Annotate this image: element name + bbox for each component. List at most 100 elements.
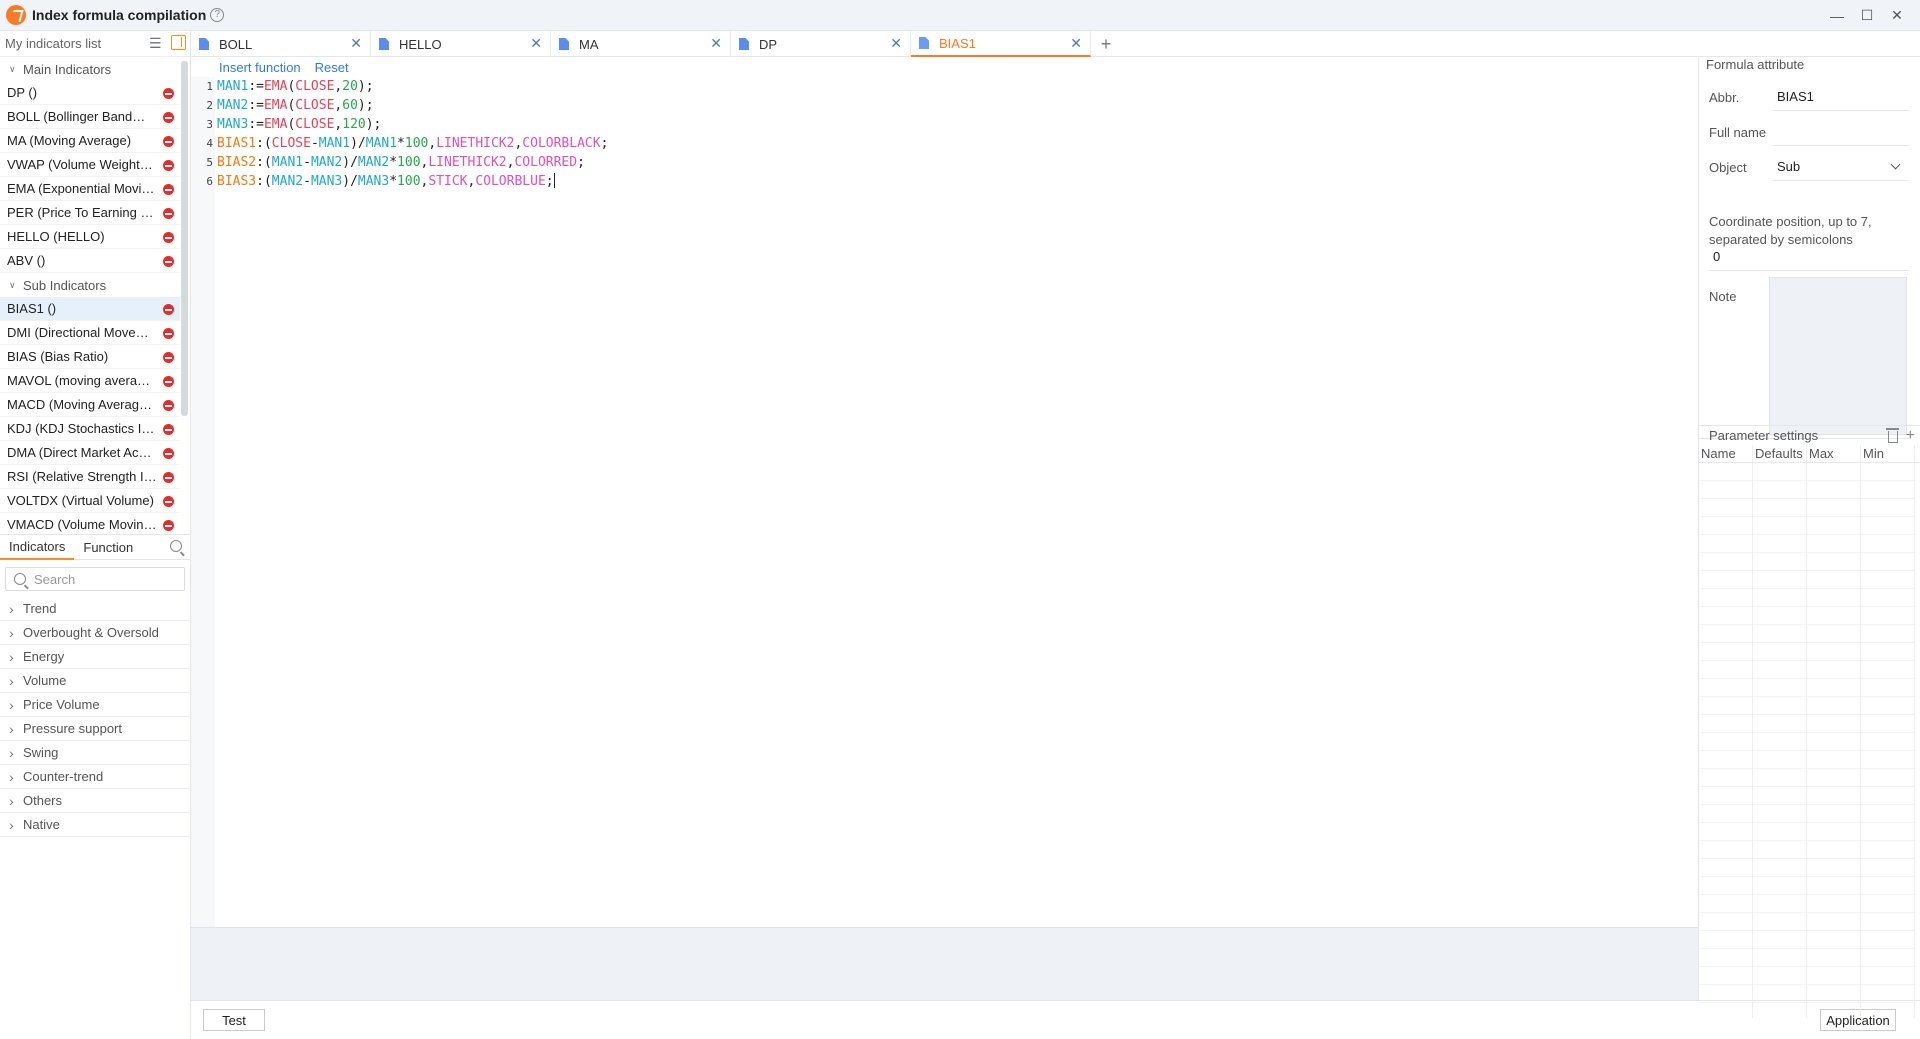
indicator-item[interactable]: ABV ()	[0, 249, 180, 273]
tab-indicators[interactable]: Indicators	[0, 535, 75, 560]
maximize-button[interactable]: ☐	[1852, 0, 1882, 31]
help-icon[interactable]: ?	[210, 8, 225, 22]
close-icon[interactable]: ✕	[710, 35, 722, 52]
delete-icon[interactable]	[163, 304, 174, 315]
category-item[interactable]: › Pressure support	[0, 717, 190, 741]
indicator-item[interactable]: KDJ (KDJ Stochastics Indicator)	[0, 417, 180, 441]
delete-icon[interactable]	[163, 208, 174, 219]
delete-icon[interactable]	[163, 448, 174, 459]
close-window-button[interactable]: ✕	[1882, 0, 1912, 31]
indicator-label: VWAP (Volume Weighted Average Price)	[7, 157, 157, 172]
tab-function[interactable]: Function	[74, 535, 142, 560]
indicator-item[interactable]: DMI (Directional Movement Index)	[0, 321, 180, 345]
object-select[interactable]: Sub	[1773, 153, 1909, 181]
tab-hello[interactable]: HELLO ✕	[371, 31, 551, 57]
parameter-table-header: Name Defaults Max Min	[1699, 445, 1920, 463]
tab-boll[interactable]: BOLL ✕	[191, 31, 371, 57]
category-item[interactable]: › Counter-trend	[0, 765, 190, 789]
note-label: Note	[1709, 289, 1737, 304]
indicator-item[interactable]: BIAS1 ()	[0, 297, 180, 321]
category-item[interactable]: › Price Volume	[0, 693, 190, 717]
add-tab-button[interactable]: +	[1091, 31, 1121, 57]
tab-dp[interactable]: DP ✕	[731, 31, 911, 57]
indicator-item[interactable]: VWAP (Volume Weighted Average Price)	[0, 153, 180, 177]
delete-icon[interactable]	[163, 496, 174, 507]
parameter-table-body[interactable]	[1699, 463, 1920, 1018]
indicator-item[interactable]: HELLO (HELLO)	[0, 225, 180, 249]
category-item[interactable]: › Others	[0, 789, 190, 813]
test-button[interactable]: Test	[203, 1009, 265, 1031]
indicator-item[interactable]: VOLTDX (Virtual Volume)	[0, 489, 180, 513]
indicator-item[interactable]: MAVOL (moving average volume)	[0, 369, 180, 393]
indicator-item[interactable]: RSI (Relative Strength Index)	[0, 465, 180, 489]
delete-icon[interactable]	[163, 400, 174, 411]
indicator-item[interactable]: MACD (Moving Average Convergence Diverge…	[0, 393, 180, 417]
code-line[interactable]: BIAS3:(MAN2-MAN3)/MAN3*100,STICK,COLORBL…	[217, 172, 608, 191]
minimize-button[interactable]: —	[1822, 0, 1852, 31]
code-line[interactable]: MAN3:=EMA(CLOSE,120);	[217, 115, 608, 134]
code-line[interactable]: MAN2:=EMA(CLOSE,60);	[217, 96, 608, 115]
delete-icon[interactable]	[163, 328, 174, 339]
tab-ma[interactable]: MA ✕	[551, 31, 731, 57]
close-icon[interactable]: ✕	[890, 35, 902, 52]
search-icon[interactable]	[170, 540, 182, 555]
delete-icon[interactable]	[163, 136, 174, 147]
parameter-settings-title: Parameter settings	[1709, 428, 1819, 443]
reset-link[interactable]: Reset	[315, 60, 349, 75]
delete-icon[interactable]	[163, 184, 174, 195]
indicator-item[interactable]: BIAS (Bias Ratio)	[0, 345, 180, 369]
list-view-icon[interactable]	[149, 35, 165, 51]
delete-icon[interactable]	[163, 376, 174, 387]
code-line[interactable]: BIAS1:(CLOSE-MAN1)/MAN1*100,LINETHICK2,C…	[217, 134, 608, 153]
indicator-item[interactable]: BOLL (Bollinger BandWidth)	[0, 105, 180, 129]
tree-scrollbar[interactable]	[181, 61, 188, 416]
delete-icon[interactable]	[163, 472, 174, 483]
delete-icon[interactable]	[163, 232, 174, 243]
category-item[interactable]: › Volume	[0, 669, 190, 693]
indicator-item[interactable]: EMA (Exponential Moving Average)	[0, 177, 180, 201]
delete-icon[interactable]	[163, 112, 174, 123]
delete-icon[interactable]	[163, 160, 174, 171]
tab-bias1[interactable]: BIAS1 ✕	[911, 31, 1091, 57]
indicator-label: BIAS (Bias Ratio)	[7, 349, 109, 364]
category-label: Swing	[23, 745, 59, 760]
close-icon[interactable]: ✕	[530, 35, 542, 52]
indicator-item[interactable]: PER (Price To Earning Ratio)	[0, 201, 180, 225]
category-item[interactable]: › Swing	[0, 741, 190, 765]
code-token: MAN3	[357, 174, 390, 189]
category-label: Counter-trend	[23, 769, 104, 784]
delete-icon[interactable]	[163, 352, 174, 363]
search-input[interactable]	[34, 571, 174, 587]
chevron-down-icon	[1890, 159, 1901, 170]
close-icon[interactable]: ✕	[350, 35, 362, 52]
trash-icon[interactable]	[1885, 428, 1899, 443]
delete-icon[interactable]	[163, 520, 174, 531]
code-token: COLORRED	[514, 155, 578, 170]
insert-function-link[interactable]: Insert function	[219, 60, 301, 75]
code-token: CLOSE	[295, 117, 335, 132]
coordinate-field[interactable]: 0	[1709, 249, 1909, 271]
code-line[interactable]: MAN1:=EMA(CLOSE,20);	[217, 77, 608, 96]
tab-label: BOLL	[219, 36, 253, 52]
delete-icon[interactable]	[163, 88, 174, 99]
tree-group[interactable]: ∨ Main Indicators	[0, 57, 190, 81]
code-text[interactable]: MAN1:=EMA(CLOSE,20); MAN2:=EMA(CLOSE,60);…	[217, 77, 608, 191]
indicator-item[interactable]: MA (Moving Average)	[0, 129, 180, 153]
chevron-right-icon: ›	[9, 600, 14, 617]
indicator-item[interactable]: DMA (Direct Market Access)	[0, 441, 180, 465]
category-item[interactable]: › Energy	[0, 645, 190, 669]
category-item[interactable]: › Native	[0, 813, 190, 837]
note-textarea[interactable]	[1769, 277, 1907, 435]
abbr-field[interactable]: BIAS1	[1773, 83, 1909, 111]
full-name-field[interactable]	[1773, 118, 1909, 146]
tree-group[interactable]: ∨ Sub Indicators	[0, 273, 190, 297]
delete-icon[interactable]	[163, 256, 174, 267]
code-line[interactable]: BIAS2:(MAN1-MAN2)/MAN2*100,LINETHICK2,CO…	[217, 153, 608, 172]
category-item[interactable]: › Overbought & Oversold	[0, 621, 190, 645]
panel-toggle-icon[interactable]	[171, 35, 186, 50]
indicator-item[interactable]: DP ()	[0, 81, 180, 105]
category-item[interactable]: › Trend	[0, 597, 190, 621]
close-icon[interactable]: ✕	[1070, 35, 1082, 52]
add-parameter-icon[interactable]: +	[1906, 427, 1915, 443]
delete-icon[interactable]	[163, 424, 174, 435]
